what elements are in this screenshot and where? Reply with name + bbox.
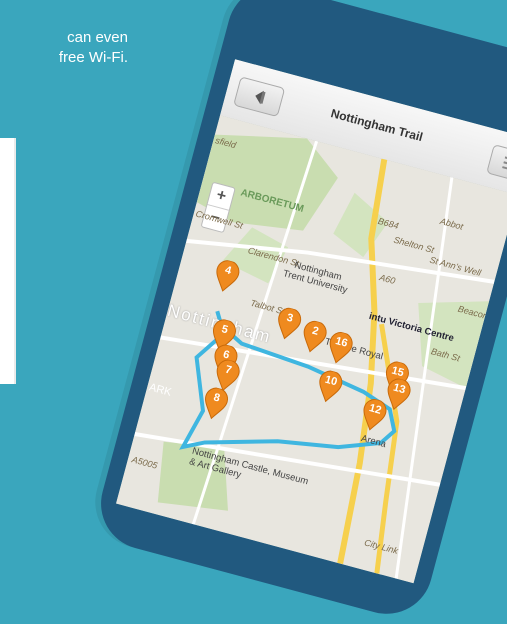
background-text-line2: free Wi-Fi.: [58, 49, 128, 66]
white-card: [0, 138, 16, 384]
map-view[interactable]: + − ARBORETUM Cromwell St Clarendon St N…: [116, 115, 507, 584]
background-text: can even free Wi-Fi.: [0, 28, 128, 68]
phone-frame: Nottingham Trail + − ARBORETUM Cromwell …: [90, 0, 507, 624]
phone-screen: Nottingham Trail + − ARBORETUM Cromwell …: [116, 59, 507, 584]
background-text-line1: can even: [67, 29, 128, 46]
list-icon: [502, 156, 507, 173]
